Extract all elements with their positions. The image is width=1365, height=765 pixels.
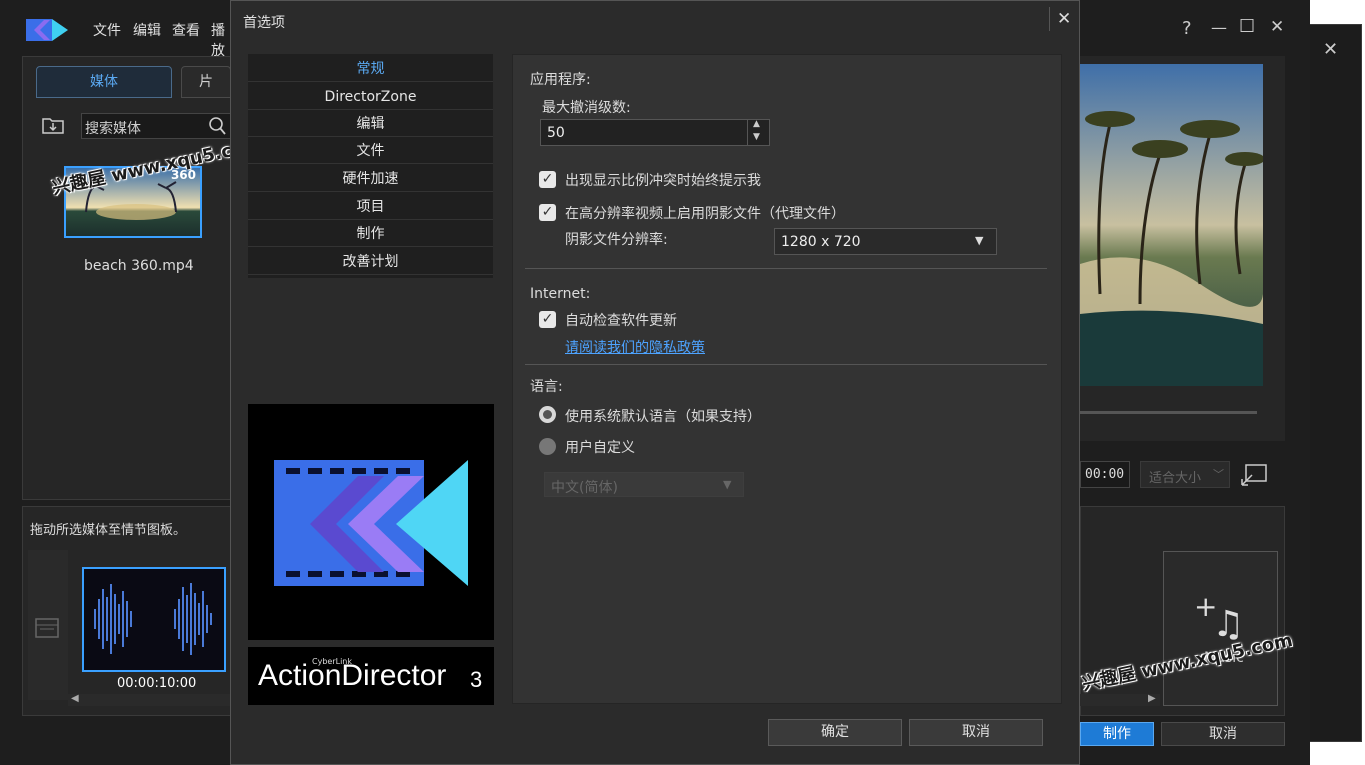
language-system-label: 使用系统默认语言（如果支持） [565, 409, 761, 425]
search-input[interactable]: 搜索媒体 [85, 118, 141, 138]
audio-clip[interactable] [82, 567, 226, 672]
close-icon[interactable]: ✕ [1057, 9, 1071, 29]
product-name-banner: CyberLink ActionDirector 3 [248, 647, 494, 705]
chevron-down-icon: ﹀ [1213, 468, 1224, 481]
stepper-buttons: ▲ ▼ [747, 119, 769, 145]
product-version: 3 [470, 667, 483, 692]
fullscreen-icon[interactable] [1240, 463, 1268, 491]
scroll-right-icon[interactable]: ▶ [1148, 693, 1156, 704]
scroll-left-icon[interactable]: ◀ [71, 693, 79, 704]
storyboard-icon [35, 618, 59, 642]
menu-file[interactable]: 文件 [93, 20, 121, 40]
nav-file[interactable]: 文件 [248, 138, 493, 164]
section-language: 语言: [530, 379, 563, 395]
cancel-button[interactable]: 取消 [909, 719, 1043, 746]
close-icon[interactable]: ✕ [1323, 39, 1338, 60]
language-system-radio[interactable] [539, 406, 556, 423]
music-scrollbar[interactable]: ▶ [1080, 693, 1160, 706]
nav-general[interactable]: 常规 [248, 56, 493, 82]
chevron-down-icon: ▼ [723, 478, 732, 491]
divider [525, 268, 1047, 269]
menu-play[interactable]: 播放 [211, 20, 230, 60]
timecode: 00:00 [1085, 467, 1125, 482]
shadow-resolution-value: 1280 x 720 [781, 234, 861, 250]
shadow-file-checkbox[interactable]: ✓ [539, 204, 556, 221]
preferences-dialog: 首选项 ✕ 常规 DirectorZone 编辑 文件 硬件加速 项目 制作 改… [230, 0, 1080, 765]
fit-dropdown-value: 适合大小 [1149, 471, 1202, 486]
titlebar-divider [1049, 7, 1050, 31]
nav-edit[interactable]: 编辑 [248, 111, 493, 137]
nav-directorzone[interactable]: DirectorZone [248, 84, 493, 110]
chevron-down-icon: ▼ [975, 234, 984, 247]
dialog-title: 首选项 [243, 15, 285, 31]
aspect-prompt-label: 出现显示比例冲突时始终提示我 [565, 173, 761, 189]
shadow-resolution-label: 阴影文件分辨率: [565, 232, 668, 248]
product-logo [248, 404, 494, 640]
max-undo-label: 最大撤消级数: [542, 100, 631, 116]
preview-progress[interactable] [1080, 411, 1257, 414]
max-undo-stepper[interactable]: 50 ▲ ▼ [540, 119, 770, 146]
close-icon[interactable]: ✕ [1270, 17, 1284, 37]
tab-media[interactable]: 媒体 [36, 66, 172, 98]
language-select[interactable]: 中文(简体) ▼ [544, 472, 744, 497]
media-filename: beach 360.mp4 [84, 258, 194, 274]
clip-duration: 00:00:10:00 [117, 676, 197, 691]
ok-button[interactable]: 确定 [768, 719, 902, 746]
language-custom-label: 用户自定义 [565, 440, 635, 456]
radio-dot [543, 410, 552, 419]
maximize-icon[interactable]: ☐ [1239, 16, 1255, 37]
search-icon[interactable] [208, 116, 226, 140]
nav-produce[interactable]: 制作 [248, 221, 493, 247]
search-box[interactable]: 搜索媒体 [81, 113, 231, 139]
fit-dropdown[interactable]: 适合大小 ﹀ [1140, 461, 1230, 488]
app-logo [24, 16, 68, 44]
shadow-file-label: 在高分辨率视频上启用阴影文件（代理文件） [565, 206, 845, 222]
menu-view[interactable]: 查看 [172, 20, 200, 40]
section-internet: Internet: [530, 286, 591, 302]
max-undo-value[interactable]: 50 [547, 125, 565, 141]
stepper-down-icon[interactable]: ▼ [753, 132, 760, 142]
import-folder-icon[interactable] [42, 116, 64, 134]
preview-image [1080, 64, 1263, 386]
storyboard-hint: 拖动所选媒体至情节图板。 [30, 523, 187, 538]
general-settings-panel: 应用程序: 最大撤消级数: 50 ▲ ▼ ✓ 出现显示比例冲突时始终提示我 ✓ … [512, 54, 1062, 704]
nav-improvement-program[interactable]: 改善计划 [248, 249, 493, 275]
language-custom-radio[interactable] [539, 438, 556, 455]
auto-update-label: 自动检查软件更新 [565, 313, 677, 329]
tab-second[interactable]: 片 [181, 66, 231, 98]
menu-edit[interactable]: 编辑 [133, 20, 161, 40]
auto-update-checkbox[interactable]: ✓ [539, 311, 556, 328]
storyboard-scrollbar[interactable]: ◀ [68, 693, 230, 706]
shadow-resolution-select[interactable]: 1280 x 720 ▼ [774, 228, 997, 255]
language-select-value: 中文(简体) [551, 480, 618, 496]
nav-hardware-acceleration[interactable]: 硬件加速 [248, 166, 493, 192]
storyboard-gutter [28, 550, 68, 700]
help-icon[interactable]: ? [1182, 18, 1192, 39]
add-music-slot[interactable]: + ♫ Music [1163, 551, 1278, 706]
timecode-box: 00:00 [1080, 461, 1130, 488]
minimize-icon[interactable]: — [1211, 18, 1227, 37]
nav-project[interactable]: 项目 [248, 194, 493, 220]
app-cancel-button[interactable]: 取消 [1161, 722, 1285, 746]
aspect-prompt-checkbox[interactable]: ✓ [539, 171, 556, 188]
divider [525, 364, 1047, 365]
dialog-titlebar: 首选项 ✕ [231, 1, 1079, 37]
section-application: 应用程序: [530, 72, 591, 88]
produce-button[interactable]: 制作 [1080, 722, 1154, 746]
privacy-policy-link[interactable]: 请阅读我们的隐私政策 [565, 337, 705, 357]
stepper-up-icon[interactable]: ▲ [753, 119, 760, 129]
product-name: ActionDirector [258, 659, 447, 692]
